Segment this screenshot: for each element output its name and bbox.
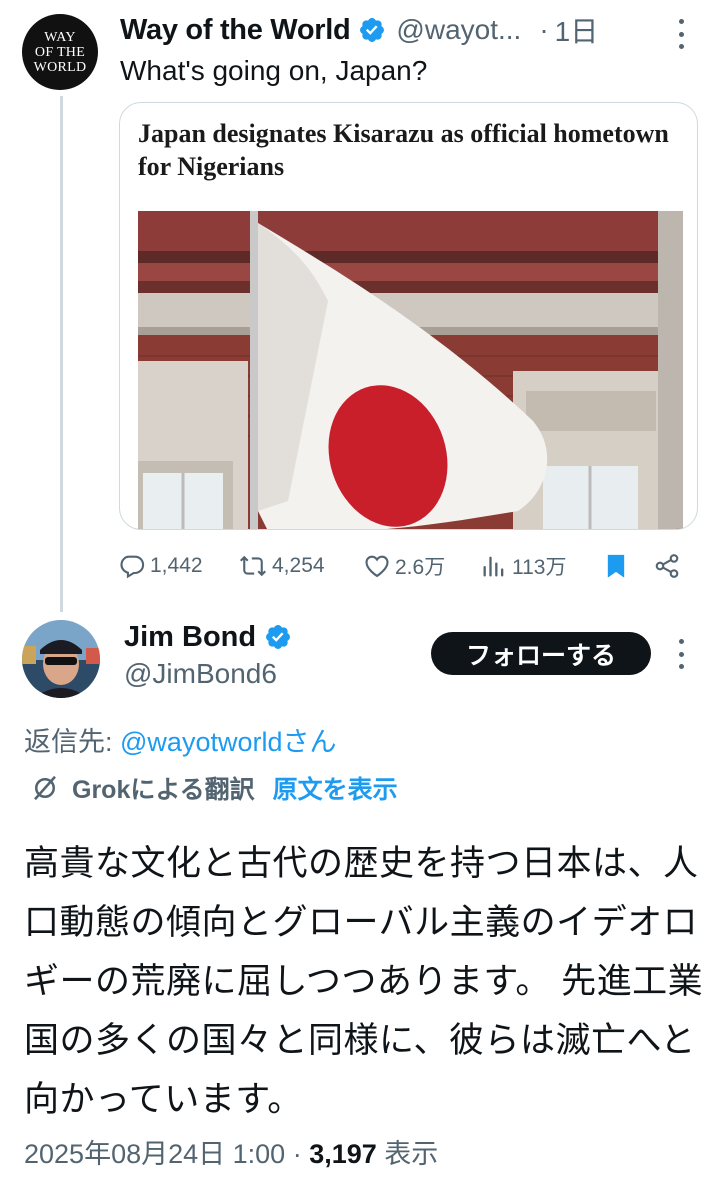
like-button[interactable]: 2.6万 [363,545,445,587]
analytics-icon [483,556,504,577]
tweet1-timestamp[interactable]: 1日 [555,10,599,50]
avatar-text-line-1: WAY [44,29,76,45]
repost-count: 4,254 [272,554,325,577]
tweet2-view-count: 3,197 [309,1139,377,1169]
translate-icon [34,775,56,801]
link-preview-card[interactable]: Japan designates Kisarazu as official ho… [119,102,698,530]
tweet1-header: Way of the World @wayot... · 1日 [120,10,700,50]
share-icon [655,554,679,578]
reply-icon [120,555,145,579]
view-count: 113万 [512,556,567,579]
translation-label: Grokによる翻訳 [72,776,255,804]
reply-to-handle-link[interactable]: @wayotworldさん [120,727,336,757]
repost-icon [240,555,266,577]
avatar-text-line-3: WORLD [33,59,87,75]
bookmark-button[interactable] [602,545,634,587]
more-options-icon[interactable] [677,19,685,49]
follow-button[interactable]: フォローする [431,632,651,675]
tweet2-author-name[interactable]: Jim Bond [124,621,256,654]
more-options-icon[interactable] [677,639,685,669]
reply-to-prefix: 返信先: [24,727,121,757]
reply-to-line: 返信先: @wayotworldさん [24,720,336,759]
heart-icon [365,555,389,578]
share-button[interactable] [653,545,685,587]
verified-badge-icon [360,18,385,42]
avatar-jim-bond[interactable] [22,620,100,698]
tweet2-author-name-row: Jim Bond [124,617,292,657]
thread-connector-line [60,96,63,612]
verified-badge-icon [266,625,291,649]
show-original-link[interactable]: 原文を表示 [273,770,398,806]
tweet2-meta: 2025年08月24日 1:00 · 3,197 表示 [24,1132,438,1171]
tweet2-author-handle[interactable]: @JimBond6 [124,658,277,690]
like-count: 2.6万 [395,556,446,579]
bookmark-icon [607,554,625,578]
tweet1-author-handle[interactable]: @wayot... [396,14,521,46]
tweet2-text: 高貴な文化と古代の歴史を持つ日本は、人口動態の傾向とグローバル主義のイデオロギー… [24,844,704,1119]
avatar-text-line-2: OF THE [34,44,86,60]
avatar-way-of-the-world[interactable]: WAY OF THE WORLD [22,14,98,90]
translation-bar: Grokによる翻訳 原文を表示 [30,770,398,806]
views-button[interactable]: 113万 [480,545,566,587]
tweet2-view-label: 表示 [384,1139,439,1169]
separator-dot: · [539,14,549,45]
tweet1-text: What's going on, Japan? [120,55,428,86]
card-headline: Japan designates Kisarazu as official ho… [138,119,669,181]
reply-count: 1,442 [150,554,203,577]
separator-dot: · [292,1139,310,1169]
tweet2-date[interactable]: 2025年08月24日 1:00 [24,1139,285,1169]
japan-flag-photo [138,211,683,529]
reply-button[interactable]: 1,442 [118,545,203,587]
tweet1-action-bar: 1,442 4,254 2.6万 113万 [118,545,698,587]
tweet1-author-name[interactable]: Way of the World [120,14,351,47]
repost-button[interactable]: 4,254 [238,545,325,587]
